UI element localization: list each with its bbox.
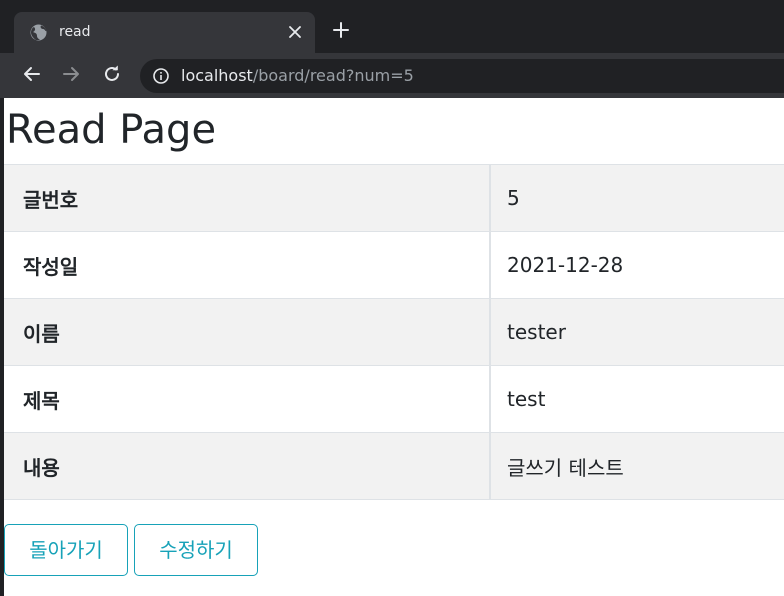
close-icon[interactable]	[285, 22, 305, 42]
arrow-right-icon	[62, 65, 80, 87]
row-value: 5	[490, 164, 784, 232]
forward-button[interactable]	[58, 63, 84, 89]
table-row: 작성일 2021-12-28	[4, 231, 784, 299]
tab-strip: read	[0, 0, 784, 53]
reload-icon	[103, 65, 121, 87]
back-button[interactable]	[19, 63, 45, 89]
table-row: 글번호 5	[4, 164, 784, 232]
url-host: localhost	[181, 66, 253, 85]
row-value: test	[490, 365, 784, 433]
row-label: 이름	[4, 298, 491, 366]
row-label: 작성일	[4, 231, 491, 299]
page-title: Read Page	[6, 107, 217, 153]
edit-button[interactable]: 수정하기	[134, 524, 258, 576]
url-path: /board/read?num=5	[252, 66, 414, 85]
reload-button[interactable]	[99, 63, 125, 89]
back-to-list-button[interactable]: 돌아가기	[4, 524, 128, 576]
row-label: 제목	[4, 365, 491, 433]
row-value: 2021-12-28	[490, 231, 784, 299]
browser-toolbar: localhost/board/read?num=5	[0, 53, 784, 98]
globe-icon	[30, 24, 47, 41]
browser-window: read localhost/board/read?num=5 Read Pag…	[0, 0, 784, 596]
table-row: 제목 test	[4, 365, 784, 433]
table-row: 내용 글쓰기 테스트	[4, 432, 784, 500]
page-content: Read Page 글번호 5 작성일 2021-12-28 이름 tester…	[4, 98, 784, 596]
arrow-left-icon	[23, 65, 41, 87]
row-value: 글쓰기 테스트	[490, 432, 784, 500]
tab-read[interactable]: read	[14, 12, 315, 53]
url-text: localhost/board/read?num=5	[181, 66, 414, 86]
row-value: tester	[490, 298, 784, 366]
tab-title: read	[59, 24, 91, 40]
info-icon[interactable]	[152, 67, 170, 85]
address-bar[interactable]: localhost/board/read?num=5	[140, 59, 784, 93]
table-row: 이름 tester	[4, 298, 784, 366]
new-tab-button[interactable]	[328, 19, 354, 45]
row-label: 글번호	[4, 164, 491, 232]
row-label: 내용	[4, 432, 491, 500]
plus-icon	[333, 22, 349, 42]
detail-table: 글번호 5 작성일 2021-12-28 이름 tester 제목 test 내…	[4, 164, 784, 500]
